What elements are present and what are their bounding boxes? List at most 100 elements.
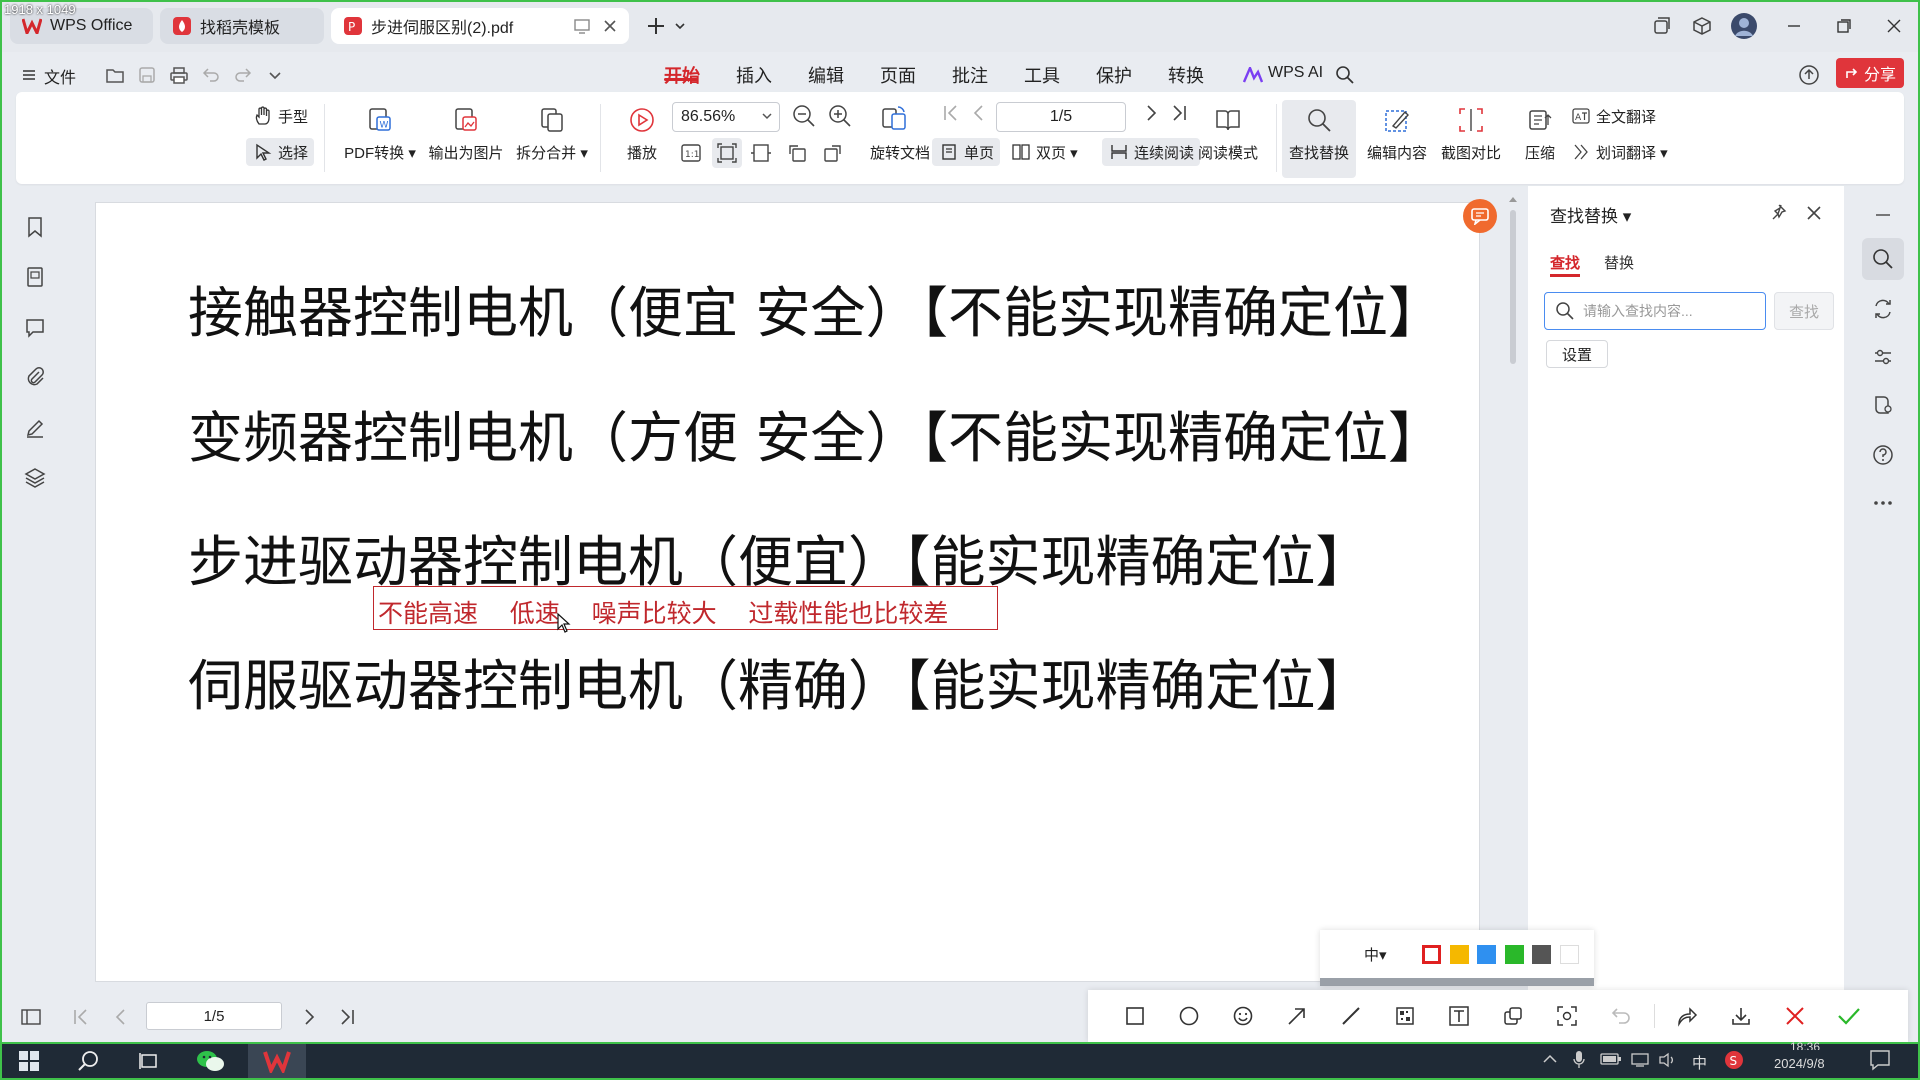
tab-replace[interactable]: 替换	[1604, 252, 1634, 273]
pdf-convert-button[interactable]: W PDF转换 ▾	[338, 104, 422, 163]
arrow-tool-icon[interactable]	[1284, 1003, 1310, 1029]
adjust-icon[interactable]	[1870, 344, 1896, 370]
screenshot-compare-button[interactable]: 截图对比	[1434, 104, 1508, 163]
book-settings-icon[interactable]	[1870, 392, 1896, 418]
sogou-icon[interactable]: S	[1724, 1050, 1744, 1070]
rotate-right-icon[interactable]	[822, 142, 844, 164]
ellipse-tool-icon[interactable]	[1176, 1003, 1202, 1029]
wps-taskbar-icon[interactable]	[262, 1046, 292, 1076]
cloud-upload-icon[interactable]	[1798, 64, 1820, 86]
notification-icon[interactable]	[1868, 1048, 1892, 1072]
tab-find[interactable]: 查找	[1550, 252, 1580, 273]
confirm-icon[interactable]	[1836, 1003, 1862, 1029]
pin-icon[interactable]	[1770, 204, 1788, 222]
export-image-button[interactable]: 输出为图片	[424, 104, 508, 163]
color-swatch-white[interactable]	[1560, 945, 1579, 964]
find-button[interactable]: 查找	[1774, 292, 1834, 330]
color-swatch-gray[interactable]	[1532, 945, 1551, 964]
edit-content-button[interactable]: 编辑内容	[1360, 104, 1434, 163]
network-icon[interactable]	[1630, 1052, 1650, 1068]
zoom-select[interactable]: 86.56%	[672, 102, 780, 132]
tab-pdf-document[interactable]: P 步进伺服区别(2).pdf	[331, 8, 629, 44]
pen-tool-icon[interactable]	[1338, 1003, 1364, 1029]
next-page-icon[interactable]	[1140, 102, 1162, 124]
close-panel-icon[interactable]	[1806, 205, 1822, 221]
color-swatch-yellow[interactable]	[1450, 945, 1469, 964]
share-button[interactable]: 分享	[1836, 58, 1904, 88]
signature-icon[interactable]	[22, 414, 48, 440]
sidebar-toggle-icon[interactable]	[20, 1006, 42, 1028]
text-tool-icon[interactable]	[1446, 1003, 1472, 1029]
open-folder-icon[interactable]	[104, 64, 126, 86]
menu-insert[interactable]: 插入	[736, 62, 772, 88]
undo-icon[interactable]	[1608, 1003, 1634, 1029]
windows-start-icon[interactable]	[14, 1046, 44, 1076]
menu-page[interactable]: 页面	[880, 62, 916, 88]
tab-templates[interactable]: 找稻壳模板	[160, 8, 324, 44]
text-annotation[interactable]: 不能高速 低速 噪声比较大 过载性能也比较差	[378, 594, 948, 630]
save-icon[interactable]	[136, 64, 158, 86]
size-select[interactable]: 中▾	[1364, 944, 1387, 965]
file-menu[interactable]: 文件	[44, 64, 76, 88]
find-panel-title[interactable]: 查找替换 ▾	[1550, 202, 1631, 227]
split-merge-button[interactable]: 拆分合并 ▾	[510, 104, 594, 163]
fit-width-icon[interactable]	[750, 142, 772, 164]
emoji-tool-icon[interactable]	[1230, 1003, 1256, 1029]
ime-indicator[interactable]: 中	[1692, 1052, 1707, 1073]
zoom-in-icon[interactable]	[828, 104, 852, 128]
first-page-icon[interactable]	[940, 102, 962, 124]
actual-size-icon[interactable]: 1:1	[680, 142, 702, 164]
page-number-input[interactable]: 1/5	[996, 102, 1126, 132]
help-icon[interactable]	[1870, 442, 1896, 468]
close-tab-icon[interactable]	[601, 17, 619, 35]
prev-page-icon[interactable]	[110, 1006, 132, 1028]
microphone-icon[interactable]	[1572, 1050, 1586, 1070]
page-number-input[interactable]: 1/5	[146, 1002, 282, 1030]
ocr-tool-icon[interactable]	[1554, 1003, 1580, 1029]
thumbnail-icon[interactable]	[22, 264, 48, 290]
minimize-icon[interactable]	[1778, 10, 1810, 42]
vertical-scrollbar[interactable]	[1508, 196, 1518, 376]
maximize-icon[interactable]	[1828, 10, 1860, 42]
bookmark-icon[interactable]	[22, 214, 48, 240]
rotate-left-icon[interactable]	[786, 142, 808, 164]
menu-tools[interactable]: 工具	[1024, 62, 1060, 88]
menu-start[interactable]: 开始	[664, 62, 700, 88]
chevron-down-icon[interactable]	[264, 64, 286, 86]
task-view-icon[interactable]	[134, 1046, 164, 1076]
floating-chat-icon[interactable]	[1463, 199, 1497, 233]
compress-button[interactable]: 压缩	[1512, 104, 1568, 163]
attachment-icon[interactable]	[22, 364, 48, 390]
color-swatch-green[interactable]	[1505, 945, 1524, 964]
menu-edit[interactable]: 编辑	[808, 62, 844, 88]
word-translate-button[interactable]: 划词翻译 ▾	[1564, 138, 1674, 166]
prev-page-icon[interactable]	[968, 102, 990, 124]
wechat-icon[interactable]	[196, 1046, 226, 1076]
search-input[interactable]: 请输入查找内容...	[1544, 292, 1766, 330]
rotate-doc-top-icon[interactable]	[880, 104, 908, 132]
search-icon[interactable]	[1870, 246, 1896, 272]
close-window-icon[interactable]	[1878, 10, 1910, 42]
full-translate-button[interactable]: A 全文翻译	[1564, 102, 1662, 130]
menu-convert[interactable]: 转换	[1168, 62, 1204, 88]
last-page-icon[interactable]	[336, 1006, 358, 1028]
share-icon[interactable]	[1674, 1003, 1700, 1029]
read-mode-button[interactable]: 阅读模式	[1186, 104, 1270, 163]
settings-button[interactable]: 设置	[1546, 340, 1608, 368]
print-icon[interactable]	[168, 64, 190, 86]
fit-page-icon[interactable]	[712, 138, 742, 168]
chevron-down-icon[interactable]	[664, 10, 696, 42]
more-icon[interactable]	[1870, 490, 1896, 516]
play-button[interactable]: 播放	[612, 104, 672, 163]
layers-icon[interactable]	[22, 464, 48, 490]
hamburger-icon[interactable]	[18, 64, 40, 86]
first-page-icon[interactable]	[70, 1006, 92, 1028]
mosaic-tool-icon[interactable]	[1392, 1003, 1418, 1029]
hand-tool-button[interactable]: 手型	[246, 102, 314, 130]
rectangle-tool-icon[interactable]	[1122, 1003, 1148, 1029]
comment-icon[interactable]	[22, 314, 48, 340]
color-swatch-red[interactable]	[1422, 945, 1441, 964]
download-icon[interactable]	[1728, 1003, 1754, 1029]
search-icon[interactable]	[1334, 64, 1356, 86]
cancel-icon[interactable]	[1782, 1003, 1808, 1029]
